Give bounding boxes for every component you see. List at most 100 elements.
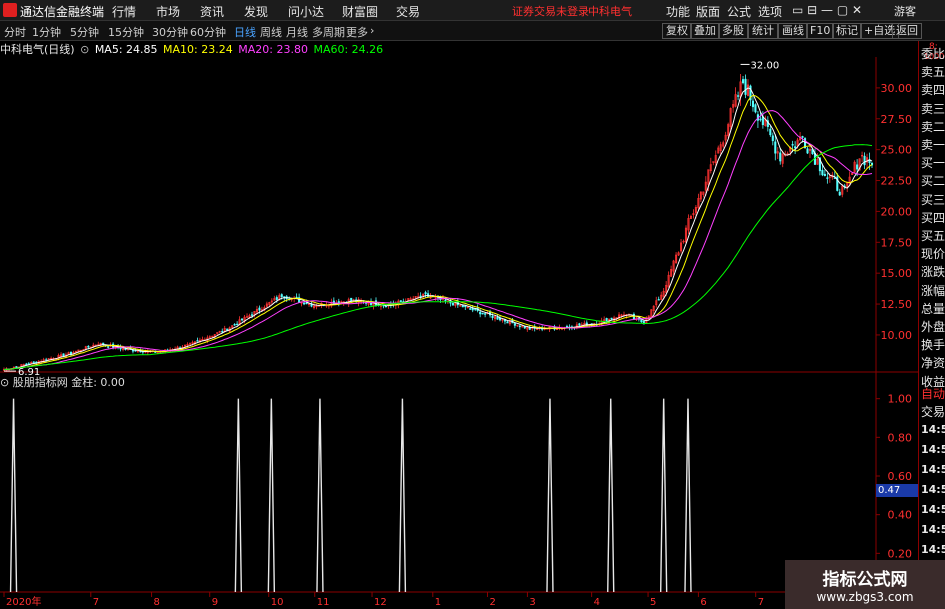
period-15min[interactable]: 15分钟 bbox=[108, 24, 144, 40]
y-tick-label: 15.00 bbox=[881, 267, 913, 280]
circle-down-icon[interactable]: ⊙ bbox=[0, 376, 9, 389]
candle-body bbox=[32, 361, 35, 363]
period-fenshi[interactable]: 分时 bbox=[4, 24, 26, 40]
candle-body bbox=[15, 366, 18, 368]
btn-diejia[interactable]: 叠加 bbox=[690, 23, 720, 39]
indicator-name: 股朋指标网 bbox=[12, 376, 68, 389]
candle-body bbox=[69, 351, 73, 355]
candle-body bbox=[741, 79, 745, 84]
window-controls-icon[interactable]: ▭ ⊟ — ▢ ✕ bbox=[792, 3, 862, 17]
menu-gongshi[interactable]: 公式 bbox=[727, 3, 751, 20]
y-tick-label: 20.00 bbox=[881, 205, 913, 218]
menu-xuanxiang[interactable]: 选项 bbox=[758, 3, 782, 20]
chart-header: 中科电气(日线) ⊙ MA5: 24.85 MA10: 23.24 MA20: … bbox=[0, 41, 385, 57]
ind-y-tick-label: 0.80 bbox=[888, 431, 913, 444]
candle-body bbox=[578, 323, 581, 326]
menu-shichang[interactable]: 市场 bbox=[156, 3, 180, 20]
candle-body bbox=[464, 305, 467, 308]
x-tick-label: 11 bbox=[317, 597, 330, 608]
btn-back[interactable]: 返回 bbox=[892, 23, 922, 39]
menu-faxian[interactable]: 发现 bbox=[244, 3, 268, 20]
chart-title: 中科电气(日线) bbox=[0, 43, 75, 56]
candle-body bbox=[241, 318, 244, 321]
period-60min[interactable]: 60分钟 bbox=[190, 24, 226, 40]
period-monthly[interactable]: 月线 bbox=[286, 24, 308, 40]
tick-time: 14:56 bbox=[921, 463, 945, 476]
ind-y-tick-label: 0.20 bbox=[888, 547, 913, 560]
candle-body bbox=[751, 100, 755, 108]
candle-body bbox=[419, 295, 422, 298]
x-tick-label: 10 bbox=[271, 597, 284, 608]
period-daily[interactable]: 日线 bbox=[234, 24, 256, 40]
btn-tongji[interactable]: 统计 bbox=[748, 23, 778, 39]
gold-bar-spike bbox=[234, 398, 243, 593]
period-more[interactable]: 更多 bbox=[346, 24, 368, 40]
menu-wenxiaoda[interactable]: 问小达 bbox=[288, 3, 324, 20]
candle-body bbox=[280, 294, 283, 298]
indicator-value: 金柱: 0.00 bbox=[71, 376, 125, 389]
y-tick-label: 25.00 bbox=[881, 144, 913, 157]
candle-body bbox=[496, 316, 499, 320]
app-title: 通达信金融终端 bbox=[20, 5, 105, 19]
candle-body bbox=[518, 325, 521, 328]
period-multi[interactable]: 多周期 bbox=[312, 24, 345, 40]
candle-body bbox=[451, 302, 454, 306]
candle-body bbox=[657, 299, 660, 301]
menu-zixun[interactable]: 资讯 bbox=[200, 3, 224, 20]
auto-trade-label[interactable]: 自动 bbox=[921, 385, 945, 402]
candle-body bbox=[774, 141, 777, 154]
quote-label: 换手 bbox=[921, 338, 945, 353]
trade-label[interactable]: 交易 bbox=[921, 403, 945, 420]
x-tick-label: 8 bbox=[154, 597, 160, 608]
menu-jiaoyi[interactable]: 交易 bbox=[396, 3, 420, 20]
quote-label: 卖二 bbox=[921, 119, 945, 134]
btn-huaxian[interactable]: 画线 bbox=[778, 23, 808, 39]
candle-body bbox=[769, 128, 772, 136]
btn-f10[interactable]: F10 bbox=[806, 23, 835, 39]
app-logo-icon bbox=[3, 3, 17, 17]
y-tick-label: 30.00 bbox=[881, 82, 913, 95]
candle-body bbox=[523, 326, 526, 329]
candle-body bbox=[821, 169, 824, 176]
kline-chart[interactable]: 10.00 12.50 15.00 17.50 20.00 22.50 25.00 27.50… bbox=[0, 41, 918, 609]
candle-body bbox=[305, 302, 308, 305]
x-tick-label: 3 bbox=[529, 597, 535, 608]
circle-down-icon[interactable]: ⊙ bbox=[80, 43, 89, 56]
ma10-label: MA10: 23.24 bbox=[163, 43, 233, 56]
tick-time: 14:56 bbox=[921, 503, 945, 516]
candle-body bbox=[481, 312, 484, 315]
ma20-label: MA20: 23.80 bbox=[238, 43, 308, 56]
menu-banmian[interactable]: 版面 bbox=[696, 3, 720, 20]
menu-hangqing[interactable]: 行情 bbox=[112, 3, 136, 20]
x-tick-label: 12 bbox=[374, 597, 387, 608]
quote-label: 委比 bbox=[921, 47, 945, 61]
menu-bar: 通达信金融终端 行情 市场 资讯 发现 问小达 财富圈 交易 证券交易未登录 中… bbox=[0, 0, 945, 21]
gold-bar-spike bbox=[398, 398, 407, 593]
period-1min[interactable]: 1分钟 bbox=[32, 24, 61, 40]
candle-body bbox=[565, 326, 569, 328]
quote-label: 卖五 bbox=[921, 65, 945, 80]
menu-caifuquan[interactable]: 财富圈 bbox=[342, 3, 378, 20]
period-weekly[interactable]: 周线 bbox=[260, 24, 282, 40]
btn-biaoji[interactable]: 标记 bbox=[832, 23, 862, 39]
ma60-label: MA60: 24.26 bbox=[313, 43, 384, 56]
x-tick-label: 2 bbox=[489, 597, 495, 608]
period-5min[interactable]: 5分钟 bbox=[70, 24, 99, 40]
btn-duogu[interactable]: 多股 bbox=[718, 23, 748, 39]
ma-line-ma20 bbox=[3, 110, 873, 371]
btn-fuquan[interactable]: 复权 bbox=[662, 23, 692, 39]
chevron-right-icon[interactable]: › bbox=[370, 24, 374, 37]
ind-y-tick-label: 0.60 bbox=[888, 470, 913, 483]
candle-body bbox=[856, 164, 859, 170]
cursor-value-badge: 0.47 bbox=[876, 484, 918, 497]
menu-gongneng[interactable]: 功能 bbox=[666, 3, 690, 20]
period-30min[interactable]: 30分钟 bbox=[152, 24, 188, 40]
site-watermark: 指标公式网 www.zbgs3.com bbox=[785, 560, 945, 609]
login-warning[interactable]: 证券交易未登录 bbox=[512, 3, 589, 19]
ind-y-tick-label: 0.40 bbox=[888, 509, 913, 522]
watermark-url: www.zbgs3.com bbox=[816, 590, 914, 604]
candle-body bbox=[513, 323, 516, 326]
guest-label[interactable]: 游客 bbox=[894, 3, 916, 19]
candle-body bbox=[124, 348, 127, 351]
candle-body bbox=[759, 118, 762, 121]
